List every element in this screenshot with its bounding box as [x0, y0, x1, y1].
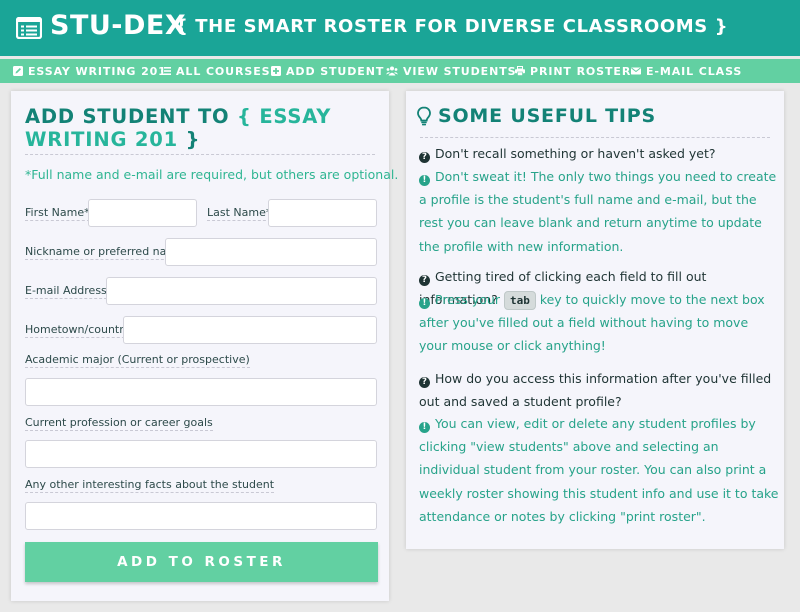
tips-panel: SOME USEFUL TIPS ? Don't recall something… — [406, 91, 784, 549]
nickname-label: Nickname or preferred name — [25, 245, 184, 260]
add-to-roster-button[interactable]: ADD TO ROSTER — [25, 542, 378, 582]
nav-item-view-students[interactable]: VIEW STUDENTS — [386, 59, 516, 83]
last-name-field[interactable] — [268, 199, 377, 227]
required-note: *Full name and e-mail are required, but … — [25, 167, 399, 182]
edit-icon — [13, 66, 23, 76]
plus-square-icon — [271, 66, 281, 76]
tagline: { THE SMART ROSTER FOR DIVERSE CLASSROOM… — [175, 16, 729, 37]
list-card-icon — [16, 17, 42, 39]
nav-label: ALL COURSES — [176, 64, 271, 78]
nav-item-add-student[interactable]: ADD STUDENT — [271, 59, 384, 83]
facts-field[interactable] — [25, 502, 377, 530]
tab-key-badge: tab — [503, 291, 536, 310]
tip-answer-3: ! You can view, edit or delete any studen… — [419, 416, 779, 524]
list-icon — [161, 67, 171, 75]
envelope-icon — [631, 67, 641, 75]
divider — [420, 137, 770, 138]
exclamation-circle-icon: ! — [419, 422, 430, 433]
tip-answer-2: ! Press your tab key to quickly move to t… — [419, 291, 765, 354]
profession-field[interactable] — [25, 440, 377, 468]
hometown-label: Hometown/country — [25, 323, 131, 338]
print-icon — [515, 66, 525, 76]
facts-label: Any other interesting facts about the st… — [25, 478, 275, 493]
exclamation-circle-icon: ! — [419, 175, 430, 186]
brand-name: STU-DEX — [50, 10, 187, 41]
tip-question-1: ? Don't recall something or haven't asked… — [419, 142, 779, 165]
major-label: Academic major (Current or prospective) — [25, 353, 250, 368]
exclamation-circle-icon: ! — [419, 298, 430, 309]
tips-title: SOME USEFUL TIPS — [416, 105, 656, 127]
nav-label: ESSAY WRITING 201 — [28, 64, 167, 78]
app-header: STU-DEX { THE SMART ROSTER FOR DIVERSE C… — [0, 0, 800, 56]
profession-label: Current profession or career goals — [25, 416, 213, 431]
nav-label: PRINT ROSTER — [530, 64, 632, 78]
nav-label: ADD STUDENT — [286, 64, 385, 78]
nav-item-essay-writing[interactable]: ESSAY WRITING 201 — [13, 59, 167, 83]
question-circle-icon: ? — [419, 152, 430, 163]
tip-answer-1: ! Don't sweat it! The only two things you… — [419, 169, 777, 254]
last-name-label: Last Name* — [207, 206, 272, 221]
nav-item-print-roster[interactable]: PRINT ROSTER — [515, 59, 631, 83]
first-name-field[interactable] — [88, 199, 197, 227]
email-field[interactable] — [106, 277, 377, 305]
add-student-form: ADD STUDENT TO { ESSAY WRITING 201 } *Fu… — [11, 91, 398, 601]
tip-question-3: ? How do you access this information afte… — [419, 371, 772, 410]
lightbulb-icon — [417, 106, 431, 126]
email-label: E-mail Address* — [25, 284, 113, 299]
nav-label: VIEW STUDENTS — [403, 64, 517, 78]
divider — [25, 154, 375, 155]
users-icon — [386, 66, 398, 76]
nav-item-all-courses[interactable]: ALL COURSES — [161, 59, 270, 83]
question-circle-icon: ? — [419, 275, 430, 286]
first-name-label: First Name* — [25, 206, 90, 221]
main-nav: ESSAY WRITING 201 ALL COURSES ADD STUDEN… — [0, 59, 800, 83]
major-field[interactable] — [25, 378, 377, 406]
nickname-field[interactable] — [165, 238, 377, 266]
nav-item-email-class[interactable]: E-MAIL CLASS — [631, 59, 742, 83]
nav-label: E-MAIL CLASS — [646, 64, 743, 78]
question-circle-icon: ? — [419, 377, 430, 388]
hometown-field[interactable] — [123, 316, 377, 344]
form-title: ADD STUDENT TO { ESSAY WRITING 201 } — [25, 105, 332, 151]
